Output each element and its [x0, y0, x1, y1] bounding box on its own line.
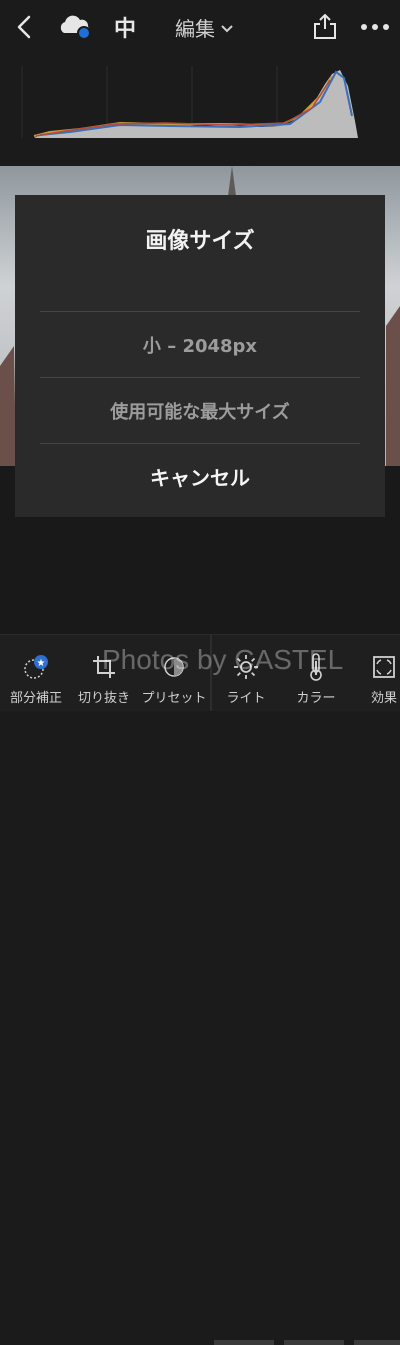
- tool-label: 効果: [370, 691, 397, 706]
- light-icon: [233, 647, 259, 687]
- tool-local-adjust[interactable]: ★ 部分補正: [0, 635, 72, 711]
- tool-label: カラー: [296, 691, 336, 706]
- histogram: [0, 56, 400, 166]
- share-icon: [314, 14, 336, 39]
- chevron-down-icon: [221, 22, 233, 37]
- edit-mode-label: 編集: [175, 16, 215, 41]
- tool-light[interactable]: ライト: [210, 635, 282, 711]
- crop-icon: [92, 647, 116, 687]
- tool-label: プリセット: [141, 691, 207, 706]
- thermometer-icon: [308, 647, 324, 687]
- effects-icon: [372, 647, 396, 687]
- dialog-title: 画像サイズ: [145, 229, 255, 254]
- scroll-indicator: [354, 1340, 400, 1345]
- tool-effects[interactable]: 効果: [348, 635, 400, 711]
- svg-text:★: ★: [37, 658, 46, 669]
- tool-label: 部分補正: [9, 691, 62, 706]
- share-button[interactable]: [310, 10, 340, 44]
- edit-mode-menu[interactable]: 編集: [164, 10, 244, 44]
- tool-presets[interactable]: プリセット: [138, 635, 210, 711]
- tool-color[interactable]: カラー: [280, 635, 352, 711]
- back-chevron-icon: [17, 15, 31, 39]
- image-size-dialog: 画像サイズ 小 – 2048px 使用可能な最大サイズ キャンセル: [15, 195, 385, 517]
- local-adjust-icon: ★: [21, 647, 51, 687]
- edit-toolbar: ★ 部分補正 切り抜き プリセット ライト カラー 効果: [0, 634, 400, 1345]
- more-icon: [361, 24, 389, 30]
- option-small-2048[interactable]: 小 – 2048px: [40, 312, 360, 377]
- cloud-sync-icon: [60, 15, 91, 40]
- cloud-sync-button[interactable]: [56, 10, 96, 44]
- more-button[interactable]: [358, 10, 392, 44]
- tool-crop[interactable]: 切り抜き: [68, 635, 140, 711]
- tool-label: ライト: [226, 691, 266, 706]
- cancel-button[interactable]: キャンセル: [40, 444, 360, 509]
- scroll-indicator: [284, 1340, 344, 1345]
- tool-label: 切り抜き: [77, 691, 130, 706]
- quality-label[interactable]: 中: [110, 10, 140, 44]
- top-bar: 中 編集: [0, 0, 400, 56]
- option-max-size[interactable]: 使用可能な最大サイズ: [40, 378, 360, 443]
- scroll-indicator: [214, 1340, 274, 1345]
- presets-icon: [161, 647, 187, 687]
- back-button[interactable]: [10, 10, 38, 44]
